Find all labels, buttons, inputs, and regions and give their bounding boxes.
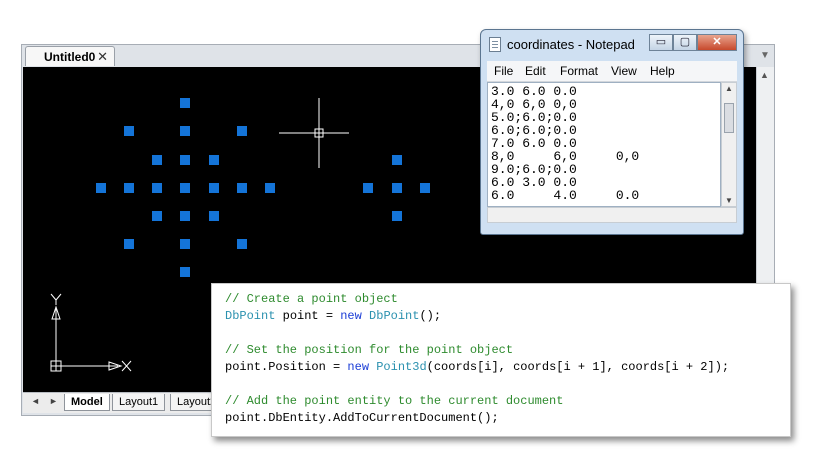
point-marker[interactable] — [363, 183, 373, 193]
point-marker[interactable] — [180, 267, 190, 277]
point-marker[interactable] — [420, 183, 430, 193]
scroll-down-icon[interactable]: ▼ — [725, 196, 733, 205]
tab-layout1[interactable]: Layout1 — [112, 394, 166, 411]
point-marker[interactable] — [392, 183, 402, 193]
point-marker[interactable] — [96, 183, 106, 193]
point-marker[interactable] — [237, 183, 247, 193]
close-button[interactable]: ✕ — [697, 34, 737, 51]
code-keyword: new — [340, 309, 362, 323]
point-marker[interactable] — [152, 183, 162, 193]
menu-item-edit[interactable]: Edit — [525, 64, 546, 78]
tab-untitled0[interactable]: Untitled0 ✕ — [25, 46, 115, 66]
point-marker[interactable] — [209, 183, 219, 193]
point-marker[interactable] — [124, 183, 134, 193]
notepad-icon — [489, 37, 501, 52]
code-type: DbPoint — [225, 309, 276, 323]
point-marker[interactable] — [180, 126, 190, 136]
code-type: DbPoint — [369, 309, 420, 323]
code-text: (); — [419, 309, 442, 323]
maximize-button[interactable]: ▢ — [673, 34, 697, 51]
tab-label: Untitled0 — [44, 50, 96, 64]
code-text: point = — [275, 309, 341, 323]
menu-bar: File Edit Format View Help — [487, 61, 737, 82]
code-snippet: // Create a point object DbPoint point =… — [211, 283, 791, 437]
code-line: DbPoint point = new DbPoint(); — [225, 309, 441, 323]
code-keyword: new — [347, 360, 370, 374]
vertical-scrollbar[interactable]: ▲ ▼ — [721, 82, 737, 207]
point-marker[interactable] — [209, 155, 219, 165]
text-line: 6.0 4.0 0.0 — [491, 188, 640, 203]
minimize-button[interactable]: ▭ — [649, 34, 673, 51]
menu-item-file[interactable]: File — [494, 64, 513, 78]
point-marker[interactable] — [180, 211, 190, 221]
menu-item-help[interactable]: Help — [650, 64, 675, 78]
code-line: point.DbEntity.AddToCurrentDocument(); — [225, 411, 499, 425]
point-marker[interactable] — [152, 211, 162, 221]
point-marker[interactable] — [180, 183, 190, 193]
menu-item-format[interactable]: Format — [560, 64, 598, 78]
code-comment: // Set the position for the point object — [225, 343, 514, 357]
point-marker[interactable] — [180, 155, 190, 165]
point-marker[interactable] — [209, 211, 219, 221]
scroll-thumb[interactable] — [724, 103, 734, 133]
point-marker[interactable] — [237, 126, 247, 136]
scroll-up-icon[interactable]: ▲ — [725, 84, 733, 93]
notepad-window: coordinates - Notepad ▭ ▢ ✕ File Edit Fo… — [480, 29, 744, 235]
menu-item-view[interactable]: View — [611, 64, 637, 78]
code-text: point.Position = — [225, 360, 348, 374]
point-marker[interactable] — [180, 98, 190, 108]
point-marker[interactable] — [392, 155, 402, 165]
crosshair-cursor-icon — [279, 98, 349, 168]
chevron-down-icon[interactable]: ▼ — [760, 50, 770, 61]
code-type: Point3d — [376, 360, 427, 374]
window-title: coordinates - Notepad — [507, 37, 635, 52]
code-line: point.Position = new Point3d(coords[i], … — [225, 360, 729, 374]
tab-model[interactable]: Model — [64, 394, 110, 411]
point-marker[interactable] — [265, 183, 275, 193]
code-text: (coords[i], coords[i + 1], coords[i + 2]… — [426, 360, 730, 374]
text-area[interactable]: 3.0 6.0 0.0 4,0 6,0 0,0 5.0;6.0;0.0 6.0;… — [487, 82, 721, 207]
prev-layout-icon[interactable]: ◄ — [31, 396, 40, 406]
scroll-up-icon[interactable]: ▲ — [760, 70, 769, 80]
code-comment: // Create a point object — [225, 292, 398, 306]
point-marker[interactable] — [124, 126, 134, 136]
point-marker[interactable] — [152, 155, 162, 165]
close-icon[interactable]: ✕ — [97, 49, 108, 65]
horizontal-scrollbar[interactable] — [487, 207, 737, 223]
point-marker[interactable] — [237, 239, 247, 249]
point-marker[interactable] — [124, 239, 134, 249]
point-marker[interactable] — [392, 211, 402, 221]
point-marker[interactable] — [180, 239, 190, 249]
window-controls: ▭ ▢ ✕ — [649, 34, 737, 51]
ucs-axis-icon — [50, 293, 132, 372]
next-layout-icon[interactable]: ► — [49, 396, 58, 406]
code-comment: // Add the point entity to the current d… — [225, 394, 564, 408]
